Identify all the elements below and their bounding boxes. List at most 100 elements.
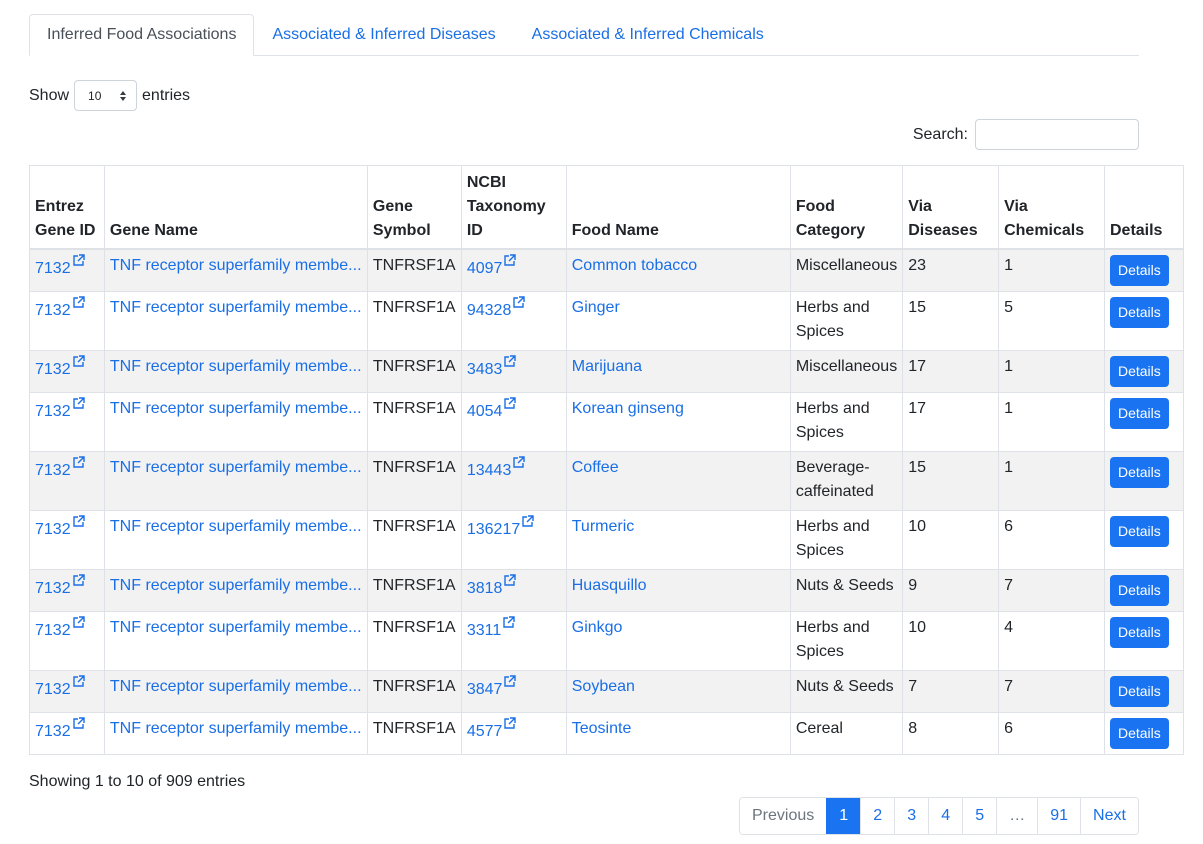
cell-gene-name: TNF receptor superfamily membe...: [103, 669, 368, 713]
pagination-page-4[interactable]: 4: [928, 798, 963, 834]
gene-id-link[interactable]: 7132: [35, 716, 85, 740]
taxonomy-id-link[interactable]: 3311: [467, 615, 515, 639]
gene-name-link[interactable]: TNF receptor superfamily membe...: [110, 518, 362, 535]
food-name-link[interactable]: Teosinte: [572, 720, 632, 737]
details-button[interactable]: Details: [1109, 616, 1169, 648]
food-name-link[interactable]: Marijuana: [572, 358, 642, 375]
header-ncbi-taxonomy-id[interactable]: NCBI Taxonomy ID: [460, 165, 567, 250]
cell-gene-symbol: TNFRSF1A: [366, 248, 462, 292]
cell-food-category: Herbs and Spices: [789, 290, 904, 351]
gene-name-link[interactable]: TNF receptor superfamily membe...: [110, 577, 362, 594]
taxonomy-id-link[interactable]: 13443: [467, 455, 526, 479]
gene-name-link[interactable]: TNF receptor superfamily membe...: [110, 358, 362, 375]
external-link-icon: [513, 455, 526, 468]
food-name-link[interactable]: Ginger: [572, 299, 620, 316]
details-button[interactable]: Details: [1109, 355, 1169, 387]
cell-gene-id: 7132: [29, 391, 105, 452]
cell-gene-id: 7132: [29, 290, 105, 351]
header-food-category[interactable]: Food Category: [789, 165, 904, 250]
pagination-page-91[interactable]: 91: [1037, 798, 1081, 834]
taxonomy-id-link[interactable]: 3847: [466, 674, 517, 698]
taxonomy-id-link[interactable]: 94328: [467, 295, 526, 319]
details-button[interactable]: Details: [1109, 717, 1169, 749]
taxonomy-id-link[interactable]: 3818: [467, 573, 517, 597]
details-button[interactable]: Details: [1109, 574, 1169, 606]
cell-food-name: Ginger: [565, 290, 791, 351]
gene-id-link[interactable]: 7132: [35, 615, 85, 639]
header-food-name[interactable]: Food Name: [565, 165, 791, 250]
cell-taxonomy-id: 4054: [460, 391, 567, 452]
gene-id-link[interactable]: 7132: [35, 354, 85, 378]
entries-label: entries: [142, 86, 191, 104]
pagination-previous[interactable]: Previous: [740, 798, 827, 834]
gene-id-link[interactable]: 7132: [35, 674, 85, 698]
taxonomy-id-link[interactable]: 4097: [467, 254, 517, 277]
taxonomy-id-link[interactable]: 136217: [467, 514, 534, 538]
taxonomy-id-text: 3847: [466, 680, 503, 698]
cell-details: Details: [1103, 669, 1185, 713]
cell-taxonomy-id: 136217: [460, 509, 567, 570]
taxonomy-id-link[interactable]: 4577: [467, 716, 517, 740]
cell-gene-name: TNF receptor superfamily membe...: [103, 711, 368, 755]
entries-per-page-select[interactable]: 10: [74, 80, 138, 111]
pagination-page-5[interactable]: 5: [962, 798, 997, 834]
external-link-icon: [504, 354, 517, 367]
food-name-link[interactable]: Turmeric: [572, 518, 635, 535]
pagination-page-2[interactable]: 2: [860, 798, 895, 834]
details-button[interactable]: Details: [1109, 515, 1169, 547]
food-name-link[interactable]: Huasquillo: [572, 577, 647, 594]
gene-name-link[interactable]: TNF receptor superfamily membe...: [110, 400, 362, 417]
cell-gene-symbol: TNFRSF1A: [366, 509, 462, 570]
details-button[interactable]: Details: [1109, 456, 1169, 488]
food-name-link[interactable]: Coffee: [572, 459, 619, 476]
details-button[interactable]: Details: [1109, 255, 1169, 286]
food-name-link[interactable]: Ginkgo: [572, 619, 623, 636]
header-details[interactable]: Details: [1103, 165, 1185, 250]
taxonomy-id-link[interactable]: 3483: [467, 354, 517, 378]
cell-food-category: Herbs and Spices: [789, 509, 904, 570]
header-via-diseases[interactable]: Via Diseases: [902, 165, 1000, 250]
tab-inferred-food-associations[interactable]: Inferred Food Associations: [29, 14, 255, 56]
header-gene-name[interactable]: Gene Name: [103, 165, 368, 250]
cell-gene-id: 7132: [29, 248, 105, 292]
food-name-link[interactable]: Korean ginseng: [572, 400, 684, 417]
gene-name-link[interactable]: TNF receptor superfamily membe...: [110, 678, 362, 695]
cell-gene-symbol: TNFRSF1A: [366, 290, 462, 351]
gene-id-link[interactable]: 7132: [35, 455, 85, 479]
header-entrez-gene-id[interactable]: Entrez Gene ID: [29, 165, 105, 250]
gene-name-link[interactable]: TNF receptor superfamily membe...: [110, 257, 362, 274]
cell-details: Details: [1103, 349, 1185, 393]
cell-via-chemicals: 5: [998, 290, 1105, 351]
gene-name-link[interactable]: TNF receptor superfamily membe...: [110, 299, 362, 316]
taxonomy-id-link[interactable]: 4054: [467, 396, 517, 420]
gene-id-link[interactable]: 7132: [35, 573, 85, 597]
food-name-link[interactable]: Common tobacco: [572, 257, 697, 274]
pagination-page-1[interactable]: 1: [826, 798, 861, 834]
gene-name-link[interactable]: TNF receptor superfamily membe...: [110, 619, 362, 636]
cell-food-name: Common tobacco: [565, 248, 791, 292]
cell-gene-id: 7132: [29, 711, 105, 755]
cell-via-diseases: 10: [902, 610, 1000, 671]
cell-taxonomy-id: 3818: [460, 568, 567, 612]
tab-associated-inferred-chemicals[interactable]: Associated & Inferred Chemicals: [514, 14, 782, 56]
gene-name-link[interactable]: TNF receptor superfamily membe...: [110, 720, 362, 737]
gene-id-link[interactable]: 7132: [35, 295, 85, 319]
tab-associated-inferred-diseases[interactable]: Associated & Inferred Diseases: [254, 14, 513, 56]
cell-via-chemicals: 1: [998, 248, 1105, 292]
header-via-chemicals[interactable]: Via Chemicals: [998, 165, 1105, 250]
search-input[interactable]: [975, 119, 1139, 150]
gene-id-link[interactable]: 7132: [35, 254, 85, 277]
details-button[interactable]: Details: [1109, 397, 1169, 429]
details-button[interactable]: Details: [1109, 296, 1169, 328]
gene-name-link[interactable]: TNF receptor superfamily membe...: [110, 459, 362, 476]
details-button[interactable]: Details: [1109, 675, 1169, 707]
cell-taxonomy-id: 4577: [460, 711, 567, 755]
header-gene-symbol[interactable]: Gene Symbol: [366, 165, 462, 250]
food-name-link[interactable]: Soybean: [572, 678, 635, 695]
gene-id-link[interactable]: 7132: [35, 514, 85, 538]
pagination-next[interactable]: Next: [1080, 798, 1138, 834]
cell-via-chemicals: 1: [998, 391, 1105, 452]
cell-via-diseases: 15: [902, 290, 1000, 351]
pagination-page-3[interactable]: 3: [894, 798, 929, 834]
gene-id-link[interactable]: 7132: [35, 396, 85, 420]
